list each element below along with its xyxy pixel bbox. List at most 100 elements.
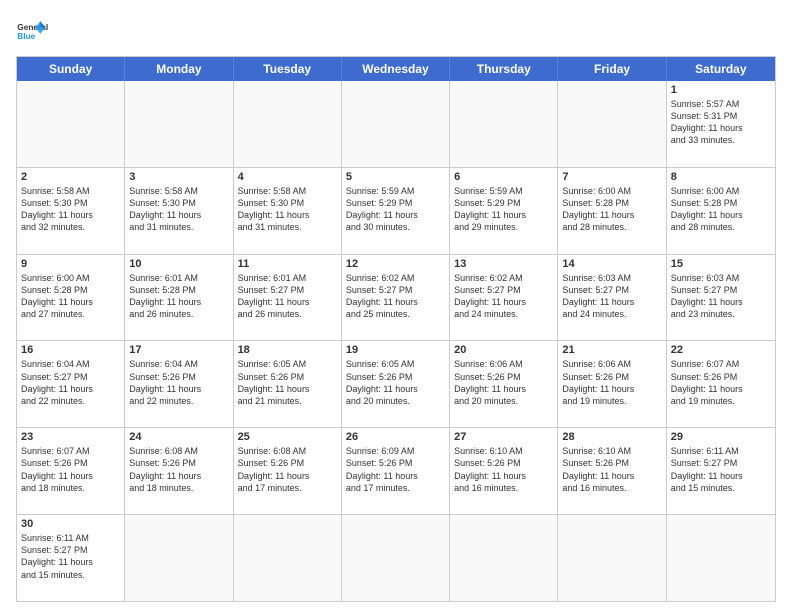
calendar-day-28: 28 Sunrise: 6:10 AM Sunset: 5:26 PM Dayli… <box>558 428 666 514</box>
calendar-header: SundayMondayTuesdayWednesdayThursdayFrid… <box>17 57 775 81</box>
day-header-sunday: Sunday <box>17 57 125 81</box>
calendar-day-20: 20Sunrise: 6:06 AM Sunset: 5:26 PM Dayli… <box>450 341 558 427</box>
day-sun-info: Sunrise: 6:00 AM Sunset: 5:28 PM Dayligh… <box>21 272 120 321</box>
calendar-day-19: 19 Sunrise: 6:05 AM Sunset: 5:26 PM Dayli… <box>342 341 450 427</box>
day-number: 29 <box>671 431 771 443</box>
day-sun-info: Sunrise: 6:10 AM Sunset: 5:26 PM Dayligh… <box>454 445 553 494</box>
calendar-empty-cell <box>17 81 125 167</box>
day-sun-info: Sunrise: 6:07 AM Sunset: 5:26 PM Dayligh… <box>671 358 771 407</box>
calendar-day-1: 1Sunrise: 5:57 AM Sunset: 5:31 PM Daylig… <box>667 81 775 167</box>
day-sun-info: Sunrise: 6:02 AM Sunset: 5:27 PM Dayligh… <box>346 272 445 321</box>
calendar-row-6: 30 Sunrise: 6:11 AM Sunset: 5:27 PM Dayli… <box>17 515 775 601</box>
calendar-day-25: 25Sunrise: 6:08 AM Sunset: 5:26 PM Dayli… <box>234 428 342 514</box>
day-sun-info: Sunrise: 6:10 AM Sunset: 5:26 PM Dayligh… <box>562 445 661 494</box>
calendar-day-18: 18 Sunrise: 6:05 AM Sunset: 5:26 PM Dayli… <box>234 341 342 427</box>
day-number: 4 <box>238 171 337 183</box>
day-header-monday: Monday <box>125 57 233 81</box>
day-sun-info: Sunrise: 6:00 AM Sunset: 5:28 PM Dayligh… <box>671 185 771 234</box>
logo: General Blue <box>16 16 48 48</box>
day-sun-info: Sunrise: 6:03 AM Sunset: 5:27 PM Dayligh… <box>671 272 771 321</box>
day-sun-info: Sunrise: 6:09 AM Sunset: 5:26 PM Dayligh… <box>346 445 445 494</box>
day-sun-info: Sunrise: 5:58 AM Sunset: 5:30 PM Dayligh… <box>21 185 120 234</box>
calendar-row-2: 2 Sunrise: 5:58 AM Sunset: 5:30 PM Daylig… <box>17 168 775 255</box>
day-sun-info: Sunrise: 6:03 AM Sunset: 5:27 PM Dayligh… <box>562 272 661 321</box>
day-number: 17 <box>129 344 228 356</box>
day-number: 1 <box>671 84 771 96</box>
day-number: 19 <box>346 344 445 356</box>
day-sun-info: Sunrise: 6:11 AM Sunset: 5:27 PM Dayligh… <box>671 445 771 494</box>
day-sun-info: Sunrise: 6:00 AM Sunset: 5:28 PM Dayligh… <box>562 185 661 234</box>
day-number: 5 <box>346 171 445 183</box>
day-number: 27 <box>454 431 553 443</box>
calendar-day-2: 2 Sunrise: 5:58 AM Sunset: 5:30 PM Daylig… <box>17 168 125 254</box>
calendar-day-22: 22 Sunrise: 6:07 AM Sunset: 5:26 PM Dayli… <box>667 341 775 427</box>
day-sun-info: Sunrise: 5:59 AM Sunset: 5:29 PM Dayligh… <box>454 185 553 234</box>
day-sun-info: Sunrise: 6:06 AM Sunset: 5:26 PM Dayligh… <box>562 358 661 407</box>
calendar-day-14: 14 Sunrise: 6:03 AM Sunset: 5:27 PM Dayli… <box>558 255 666 341</box>
day-sun-info: Sunrise: 5:59 AM Sunset: 5:29 PM Dayligh… <box>346 185 445 234</box>
day-number: 6 <box>454 171 553 183</box>
calendar-day-13: 13Sunrise: 6:02 AM Sunset: 5:27 PM Dayli… <box>450 255 558 341</box>
day-header-wednesday: Wednesday <box>342 57 450 81</box>
calendar-empty-cell <box>558 515 666 601</box>
calendar-day-16: 16Sunrise: 6:04 AM Sunset: 5:27 PM Dayli… <box>17 341 125 427</box>
calendar-day-15: 15 Sunrise: 6:03 AM Sunset: 5:27 PM Dayli… <box>667 255 775 341</box>
calendar-day-21: 21 Sunrise: 6:06 AM Sunset: 5:26 PM Dayli… <box>558 341 666 427</box>
calendar-empty-cell <box>342 515 450 601</box>
calendar-empty-cell <box>234 515 342 601</box>
calendar-day-3: 3 Sunrise: 5:58 AM Sunset: 5:30 PM Daylig… <box>125 168 233 254</box>
day-sun-info: Sunrise: 6:11 AM Sunset: 5:27 PM Dayligh… <box>21 532 120 581</box>
calendar-body: 1Sunrise: 5:57 AM Sunset: 5:31 PM Daylig… <box>17 81 775 601</box>
calendar-row-5: 23Sunrise: 6:07 AM Sunset: 5:26 PM Dayli… <box>17 428 775 515</box>
header: General Blue <box>16 16 776 48</box>
calendar-day-6: 6 Sunrise: 5:59 AM Sunset: 5:29 PM Daylig… <box>450 168 558 254</box>
calendar: SundayMondayTuesdayWednesdayThursdayFrid… <box>16 56 776 602</box>
day-number: 11 <box>238 258 337 270</box>
calendar-empty-cell <box>558 81 666 167</box>
day-number: 10 <box>129 258 228 270</box>
day-number: 30 <box>21 518 120 530</box>
day-number: 7 <box>562 171 661 183</box>
calendar-empty-cell <box>234 81 342 167</box>
day-number: 9 <box>21 258 120 270</box>
day-number: 21 <box>562 344 661 356</box>
day-sun-info: Sunrise: 6:01 AM Sunset: 5:28 PM Dayligh… <box>129 272 228 321</box>
page: General Blue SundayMondayTuesdayWednesda… <box>0 0 792 612</box>
calendar-day-8: 8Sunrise: 6:00 AM Sunset: 5:28 PM Daylig… <box>667 168 775 254</box>
day-sun-info: Sunrise: 5:58 AM Sunset: 5:30 PM Dayligh… <box>129 185 228 234</box>
calendar-empty-cell <box>125 515 233 601</box>
general-blue-logo-icon: General Blue <box>16 16 48 48</box>
day-sun-info: Sunrise: 6:01 AM Sunset: 5:27 PM Dayligh… <box>238 272 337 321</box>
day-number: 22 <box>671 344 771 356</box>
calendar-day-24: 24Sunrise: 6:08 AM Sunset: 5:26 PM Dayli… <box>125 428 233 514</box>
calendar-day-11: 11 Sunrise: 6:01 AM Sunset: 5:27 PM Dayli… <box>234 255 342 341</box>
calendar-day-9: 9 Sunrise: 6:00 AM Sunset: 5:28 PM Daylig… <box>17 255 125 341</box>
day-sun-info: Sunrise: 6:05 AM Sunset: 5:26 PM Dayligh… <box>346 358 445 407</box>
calendar-day-12: 12Sunrise: 6:02 AM Sunset: 5:27 PM Dayli… <box>342 255 450 341</box>
calendar-day-30: 30 Sunrise: 6:11 AM Sunset: 5:27 PM Dayli… <box>17 515 125 601</box>
day-sun-info: Sunrise: 6:04 AM Sunset: 5:26 PM Dayligh… <box>129 358 228 407</box>
day-number: 14 <box>562 258 661 270</box>
day-number: 28 <box>562 431 661 443</box>
day-number: 16 <box>21 344 120 356</box>
calendar-day-10: 10 Sunrise: 6:01 AM Sunset: 5:28 PM Dayli… <box>125 255 233 341</box>
day-number: 3 <box>129 171 228 183</box>
day-number: 18 <box>238 344 337 356</box>
calendar-empty-cell <box>450 515 558 601</box>
day-number: 26 <box>346 431 445 443</box>
calendar-day-26: 26 Sunrise: 6:09 AM Sunset: 5:26 PM Dayli… <box>342 428 450 514</box>
day-header-friday: Friday <box>558 57 666 81</box>
day-number: 13 <box>454 258 553 270</box>
day-number: 15 <box>671 258 771 270</box>
calendar-day-29: 29 Sunrise: 6:11 AM Sunset: 5:27 PM Dayli… <box>667 428 775 514</box>
calendar-day-5: 5 Sunrise: 5:59 AM Sunset: 5:29 PM Daylig… <box>342 168 450 254</box>
day-number: 25 <box>238 431 337 443</box>
day-sun-info: Sunrise: 6:05 AM Sunset: 5:26 PM Dayligh… <box>238 358 337 407</box>
day-number: 2 <box>21 171 120 183</box>
calendar-row-1: 1Sunrise: 5:57 AM Sunset: 5:31 PM Daylig… <box>17 81 775 168</box>
calendar-day-17: 17 Sunrise: 6:04 AM Sunset: 5:26 PM Dayli… <box>125 341 233 427</box>
calendar-empty-cell <box>450 81 558 167</box>
calendar-row-4: 16Sunrise: 6:04 AM Sunset: 5:27 PM Dayli… <box>17 341 775 428</box>
svg-text:Blue: Blue <box>17 31 35 41</box>
day-header-tuesday: Tuesday <box>234 57 342 81</box>
